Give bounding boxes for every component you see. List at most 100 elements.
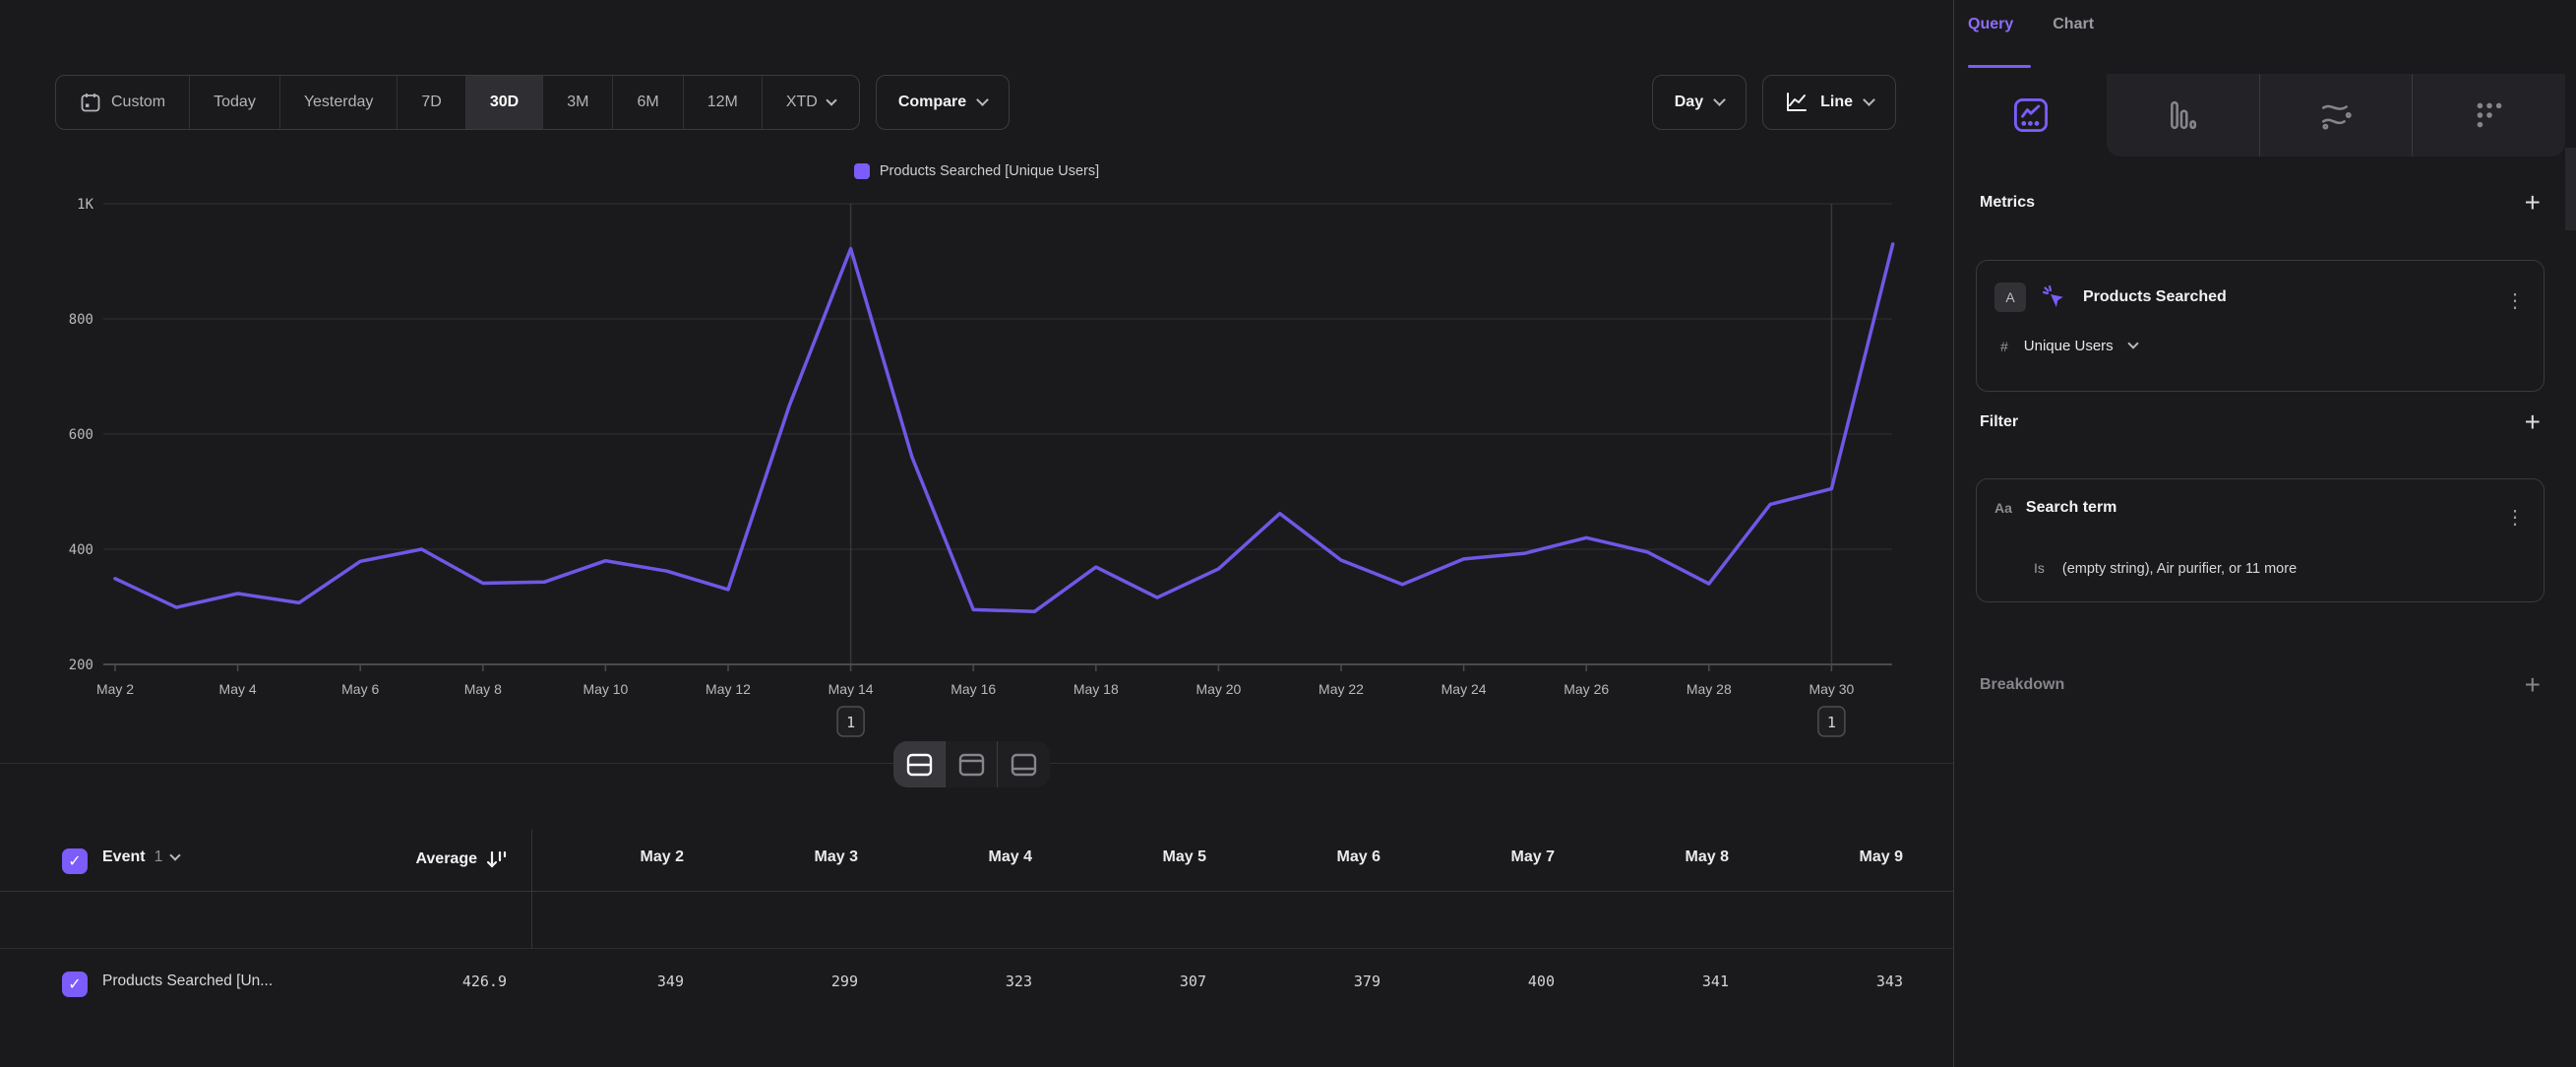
date-column-header[interactable]: May 5: [1049, 848, 1206, 866]
x-axis-label: May 8: [464, 681, 502, 697]
date-column-header[interactable]: May 3: [701, 848, 858, 866]
date-column-header[interactable]: May 2: [526, 848, 684, 866]
x-axis-label: May 28: [1687, 681, 1732, 697]
series-line: [115, 244, 1893, 611]
measure-selector[interactable]: # Unique Users: [2000, 338, 2137, 354]
range-xtd[interactable]: XTD: [763, 76, 859, 129]
y-axis-label: 200: [69, 658, 93, 673]
chevron-down-icon: [1713, 94, 1726, 106]
cell-value: 341: [1571, 973, 1729, 990]
y-axis-label: 1K: [77, 197, 93, 213]
table-header-row: ✓ Event 1 Average May 2 May 3 May 4 May 5 Ma…: [0, 830, 1953, 892]
cell-value: 349: [526, 973, 684, 990]
filter-title: Filter: [1980, 413, 2018, 431]
chevron-down-icon: [826, 94, 836, 105]
range-yesterday[interactable]: Yesterday: [280, 76, 399, 129]
average-column-header[interactable]: Average: [295, 848, 507, 870]
granularity-button[interactable]: Day: [1652, 75, 1747, 130]
range-3m[interactable]: 3M: [543, 76, 613, 129]
string-property-icon: Aa: [1994, 500, 2012, 516]
y-axis-label: 600: [69, 427, 93, 443]
x-axis-label: May 4: [219, 681, 257, 697]
column-divider: [531, 830, 532, 949]
select-all-checkbox[interactable]: ✓: [62, 848, 88, 874]
chevron-down-icon: [2127, 338, 2138, 348]
date-range-control: CustomTodayYesterday7D30D3M6M12MXTD: [55, 75, 860, 130]
tab-insights[interactable]: [1954, 74, 2107, 157]
range-6m[interactable]: 6M: [613, 76, 683, 129]
breakdown-section-header: Breakdown +: [1980, 675, 2541, 695]
calendar-icon: [80, 92, 101, 113]
layout-toggle: [893, 741, 1050, 787]
y-axis-label: 800: [69, 312, 93, 328]
cell-value: 307: [1049, 973, 1206, 990]
breakdown-title: Breakdown: [1980, 676, 2064, 694]
scrollbar-gutter[interactable]: [2565, 148, 2576, 230]
average-label: Average: [415, 850, 477, 868]
table-row: ✓ Products Searched [Un... 426.9 3492993…: [0, 893, 1953, 949]
add-metric-button[interactable]: +: [2525, 193, 2541, 213]
tab-chart[interactable]: Chart: [2053, 16, 2094, 33]
measure-label: Unique Users: [2024, 338, 2114, 354]
tab-retention[interactable]: [2413, 74, 2565, 157]
filter-operator[interactable]: Is: [2034, 560, 2045, 576]
metrics-title: Metrics: [1980, 194, 2035, 212]
add-filter-button[interactable]: +: [2525, 412, 2541, 432]
layout-split-button[interactable]: [893, 741, 946, 787]
filter-menu-button[interactable]: ⋮: [2505, 505, 2526, 530]
row-series-label: Products Searched [Un...: [102, 973, 273, 990]
date-column-header[interactable]: May 6: [1223, 848, 1380, 866]
filter-section-header: Filter +: [1980, 412, 2541, 432]
x-axis-label: May 22: [1319, 681, 1364, 697]
x-axis-label: May 2: [96, 681, 134, 697]
range-30d[interactable]: 30D: [466, 76, 543, 129]
line-chart-icon: [1785, 92, 1809, 113]
filter-card[interactable]: Aa Search term ⋮ Is (empty string), Air …: [1976, 478, 2545, 602]
range-today[interactable]: Today: [190, 76, 280, 129]
tab-flows[interactable]: [2260, 74, 2414, 157]
cell-value: 299: [701, 973, 858, 990]
query-panel: Query Chart: [1953, 0, 2576, 1067]
add-breakdown-button[interactable]: +: [2525, 675, 2541, 695]
row-checkbox[interactable]: ✓: [62, 972, 88, 997]
date-column-header[interactable]: May 8: [1571, 848, 1729, 866]
line-chart[interactable]: 2004006008001KMay 2May 4May 6May 8May 10…: [0, 138, 1953, 753]
range-12m[interactable]: 12M: [684, 76, 763, 129]
date-column-header[interactable]: May 4: [875, 848, 1032, 866]
range-7d[interactable]: 7D: [398, 76, 465, 129]
x-axis-label: May 18: [1073, 681, 1119, 697]
chart-type-label: Line: [1820, 94, 1853, 111]
chevron-down-icon: [1863, 94, 1875, 106]
cell-value: 400: [1397, 973, 1555, 990]
sort-descending-icon: [485, 848, 507, 870]
date-column-header[interactable]: May 7: [1397, 848, 1555, 866]
report-type-tabs: [1954, 74, 2576, 157]
filter-property-name: Search term: [2026, 499, 2117, 517]
tab-funnels[interactable]: [2107, 74, 2260, 157]
toolbar: CustomTodayYesterday7D30D3M6M12MXTD Comp…: [55, 75, 1896, 130]
layout-chart-button[interactable]: [946, 741, 998, 787]
event-column-header[interactable]: Event 1: [102, 848, 179, 866]
metrics-section-header: Metrics +: [1980, 193, 2541, 213]
chevron-down-icon: [170, 849, 181, 860]
tab-query[interactable]: Query: [1968, 16, 2013, 33]
metric-card[interactable]: A Products Searched ⋮ # Unique Users: [1976, 260, 2545, 392]
x-axis-label: May 10: [583, 681, 628, 697]
chart-type-button[interactable]: Line: [1762, 75, 1896, 130]
granularity-label: Day: [1675, 94, 1703, 111]
row-average-value: 426.9: [330, 973, 507, 990]
metric-menu-button[interactable]: ⋮: [2505, 288, 2526, 313]
chevron-down-icon: [976, 94, 989, 106]
compare-label: Compare: [898, 94, 966, 111]
layout-table-button[interactable]: [998, 741, 1050, 787]
cell-value: 323: [875, 973, 1032, 990]
x-axis-label: May 6: [341, 681, 379, 697]
filter-values[interactable]: (empty string), Air purifier, or 11 more: [2062, 561, 2297, 577]
x-axis-label: May 12: [705, 681, 751, 697]
compare-button[interactable]: Compare: [876, 75, 1010, 130]
active-tab-underline: [1968, 65, 2031, 68]
date-column-header[interactable]: May 9: [1746, 848, 1903, 866]
range-custom[interactable]: Custom: [56, 76, 190, 129]
event-pointer-icon: [2040, 282, 2069, 312]
x-axis-label: May 30: [1809, 681, 1854, 697]
